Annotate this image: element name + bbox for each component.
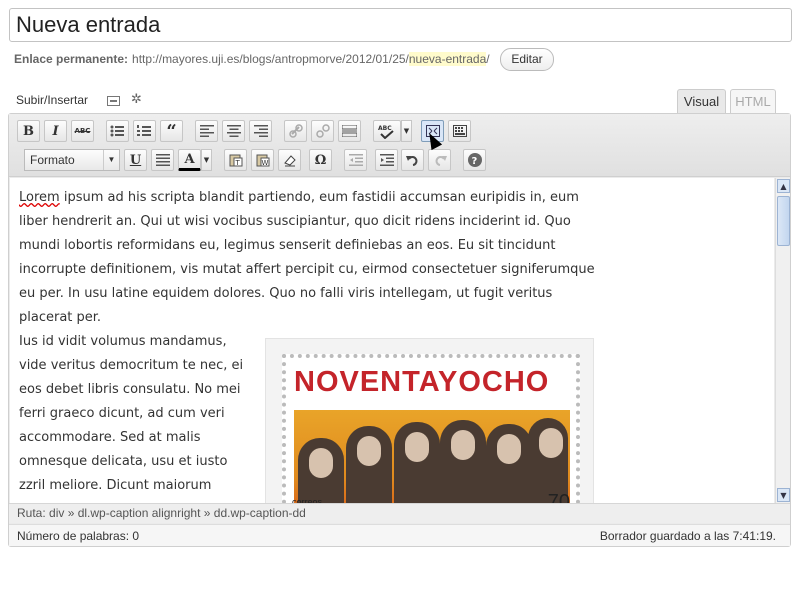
indent-icon[interactable] [375,149,398,171]
justify-icon[interactable] [151,149,174,171]
media-icon[interactable] [107,96,120,106]
svg-text:W: W [261,159,268,167]
strikethrough-label: ABC [74,127,91,135]
align-right-icon[interactable] [249,120,272,142]
align-center-glyph [226,125,241,137]
blockquote-icon[interactable]: “ [160,120,183,142]
svg-text:?: ? [471,156,477,167]
kitchen-sink-icon[interactable] [448,120,471,142]
paste-text-glyph: T [229,154,242,167]
numbered-list-glyph [137,125,151,136]
editor-toolbar: B I ABC “ ABC ▼ Formato ▼ U A ▼ T W Ω ? [9,114,790,177]
italic-icon[interactable]: I [44,120,67,142]
outdent-glyph [348,154,363,166]
tab-html[interactable]: HTML [730,89,776,114]
post-title-field[interactable] [9,8,792,42]
permalink-label: Enlace permanente: [14,52,129,66]
undo-icon[interactable] [401,149,424,171]
misspelled-word[interactable]: Lorem [19,190,60,205]
help-icon[interactable]: ? [463,149,486,171]
svg-text:T: T [234,159,240,167]
bullet-list-glyph [110,125,124,137]
bullet-list-icon[interactable] [106,120,129,142]
numbered-list-icon[interactable] [133,120,156,142]
read-more-icon[interactable] [338,120,361,142]
outdent-icon[interactable] [344,149,367,171]
editor-content[interactable]: Lorem ipsum ad his scripta blandit parti… [10,178,774,503]
permalink-slug[interactable]: nueva-entrada [408,52,487,66]
align-left-glyph [199,125,214,137]
special-char-icon[interactable]: Ω [309,149,332,171]
align-right-glyph [253,125,268,137]
align-center-icon[interactable] [222,120,245,142]
redo-glyph [435,156,447,166]
permalink-trailing-slash: / [486,52,490,66]
eraser-glyph [283,155,296,167]
read-more-glyph [342,125,357,137]
paragraph-2: Ius id vidit volumus mandamus, vide veri… [19,334,244,493]
portrait [346,426,392,503]
element-path: Ruta: div » dl.wp-caption alignright » d… [9,503,790,523]
paste-word-glyph: W [256,154,269,167]
post-title-input[interactable] [10,9,791,41]
draft-saved-status: Borrador guardado a las 7:41:19. [599,529,776,543]
clear-formatting-icon[interactable] [278,149,301,171]
text-color-icon[interactable]: A [178,149,201,171]
stamp-title: NOVENTAYOCHO [294,366,550,398]
stamp-portraits [294,410,570,503]
permalink-url: http://mayores.uji.es/blogs/antropmorve/… [132,52,409,66]
word-count: Número de palabras: 0 [17,529,140,543]
paragraph-1: Lorem ipsum ad his scripta blandit parti… [19,186,609,330]
justify-glyph [155,154,170,166]
edit-permalink-button[interactable]: Editar [500,48,554,71]
kitchen-sink-glyph [452,125,467,137]
undo-glyph [405,156,417,166]
link-glyph [288,124,303,138]
svg-text:ABC: ABC [378,125,392,132]
paragraph-1-text: ipsum ad his scripta blandit partiendo, … [19,190,595,325]
link-icon[interactable] [284,120,307,142]
format-select-value: Formato [30,153,75,167]
portrait [298,438,344,503]
portrait [394,422,440,503]
permalink: Enlace permanente: http://mayores.uji.es/… [14,52,490,66]
scroll-thumb[interactable] [777,196,790,246]
align-left-icon[interactable] [195,120,218,142]
portrait [440,420,486,503]
spellcheck-glyph: ABC [378,125,394,139]
format-select[interactable]: Formato ▼ [24,149,120,171]
bold-icon[interactable]: B [17,120,40,142]
strikethrough-icon[interactable]: ABC [71,120,94,142]
settings-icon[interactable]: ✲ [131,93,142,107]
image-caption-box[interactable]: NOVENTAYOCHO correos 70 [265,338,594,503]
editor: B I ABC “ ABC ▼ Formato ▼ U A ▼ T W Ω ? … [8,113,791,547]
scroll-up-icon[interactable]: ▲ [777,179,790,193]
stamp-image[interactable]: NOVENTAYOCHO correos 70 [282,354,580,503]
upload-insert-label: Subir/Insertar [16,93,89,107]
indent-glyph [379,154,394,166]
paste-word-icon[interactable]: W [251,149,274,171]
redo-icon[interactable] [428,149,451,171]
chevron-down-icon: ▼ [103,150,119,170]
portrait [486,424,532,503]
spellcheck-icon[interactable]: ABC [373,120,401,142]
status-bar: Número de palabras: 0 Borrador guardado … [9,524,790,546]
text-color-dropdown[interactable]: ▼ [201,149,212,171]
unlink-icon[interactable] [311,120,334,142]
tab-visual[interactable]: Visual [677,89,726,114]
underline-icon[interactable]: U [124,149,147,171]
editor-scrollbar[interactable]: ▲ ▼ [775,178,790,503]
spellcheck-dropdown[interactable]: ▼ [401,120,412,142]
scroll-down-icon[interactable]: ▼ [777,488,790,502]
help-glyph: ? [467,153,482,167]
unlink-glyph [315,124,330,138]
paste-text-icon[interactable]: T [224,149,247,171]
stamp-value: 70 [547,491,570,503]
